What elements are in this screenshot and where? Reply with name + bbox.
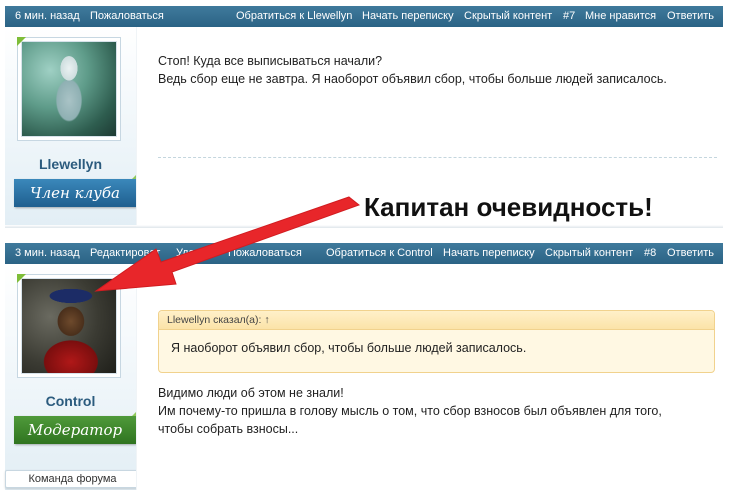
- post-author-panel: Llewellyn Член клуба: [5, 27, 137, 228]
- post-action-bar: 3 мин. назад Редактироват Удалить Пожало…: [5, 243, 723, 264]
- report-link[interactable]: Пожаловаться: [90, 6, 164, 27]
- post-number-link[interactable]: #7: [563, 6, 575, 27]
- post-number-link[interactable]: #8: [644, 243, 656, 264]
- user-rank-badge: Член клуба: [14, 174, 137, 207]
- online-indicator: [17, 274, 26, 283]
- username-link[interactable]: Control: [5, 393, 136, 409]
- contact-user-link[interactable]: Обратиться к Llewellyn: [236, 6, 352, 27]
- user-rank-label: Член клуба: [30, 184, 120, 202]
- delete-link[interactable]: Удалить: [176, 243, 218, 264]
- start-conversation-link[interactable]: Начать переписку: [443, 243, 535, 264]
- forum-thread: 6 мин. назад Пожаловаться Обратиться к L…: [0, 0, 730, 490]
- message-line: Видимо люди об этом не знали!: [158, 386, 344, 400]
- message-line: чтобы собрать взносы...: [158, 422, 299, 436]
- quote-block: Llewellyn сказал(а): ↑ Я наоборот объяви…: [158, 310, 715, 373]
- hidden-content-link[interactable]: Скрытый контент: [545, 243, 633, 264]
- edit-link[interactable]: Редактироват: [90, 243, 160, 264]
- quote-attribution[interactable]: Llewellyn сказал(а): ↑: [159, 311, 714, 330]
- quote-attribution-text: Llewellyn сказал(а): ↑: [167, 314, 270, 326]
- avatar-image: [21, 278, 117, 374]
- post-divider: [158, 157, 717, 158]
- post-time-link[interactable]: 3 мин. назад: [15, 243, 80, 264]
- avatar[interactable]: [17, 37, 121, 141]
- reply-link[interactable]: Ответить: [667, 6, 714, 27]
- like-link[interactable]: Мне нравится: [585, 6, 656, 27]
- annotation-caption: Капитан очевидность!: [364, 192, 653, 222]
- start-conversation-link[interactable]: Начать переписку: [362, 6, 454, 27]
- message-line: Ведь сбор еще не завтра. Я наоборот объя…: [158, 72, 667, 86]
- post-action-bar: 6 мин. назад Пожаловаться Обратиться к L…: [5, 6, 723, 27]
- reply-link[interactable]: Ответить: [667, 243, 714, 264]
- post-time-link[interactable]: 6 мин. назад: [15, 6, 80, 27]
- user-rank-label: Модератор: [27, 421, 123, 439]
- staff-badge: Команда форума: [5, 470, 140, 488]
- message-line: Стоп! Куда все выписываться начали?: [158, 54, 383, 68]
- post-8: 3 мин. назад Редактироват Удалить Пожало…: [5, 243, 723, 490]
- avatar-image: [21, 41, 117, 137]
- report-link[interactable]: Пожаловаться: [228, 243, 302, 264]
- hidden-content-link[interactable]: Скрытый контент: [464, 6, 552, 27]
- post-bottom-edge: [5, 225, 723, 228]
- quote-text: Я наоборот объявил сбор, чтобы больше лю…: [171, 341, 527, 355]
- post-content: Llewellyn сказал(а): ↑ Я наоборот объяви…: [136, 264, 723, 490]
- contact-user-link[interactable]: Обратиться к Control: [326, 243, 433, 264]
- avatar[interactable]: [17, 274, 121, 378]
- post-author-panel: Control Модератор Команда форума: [5, 264, 140, 490]
- message-line: Им почему-то пришла в голову мысль о том…: [158, 404, 662, 418]
- username-link[interactable]: Llewellyn: [5, 156, 136, 172]
- online-indicator: [17, 37, 26, 46]
- user-rank-badge: Модератор: [14, 411, 137, 444]
